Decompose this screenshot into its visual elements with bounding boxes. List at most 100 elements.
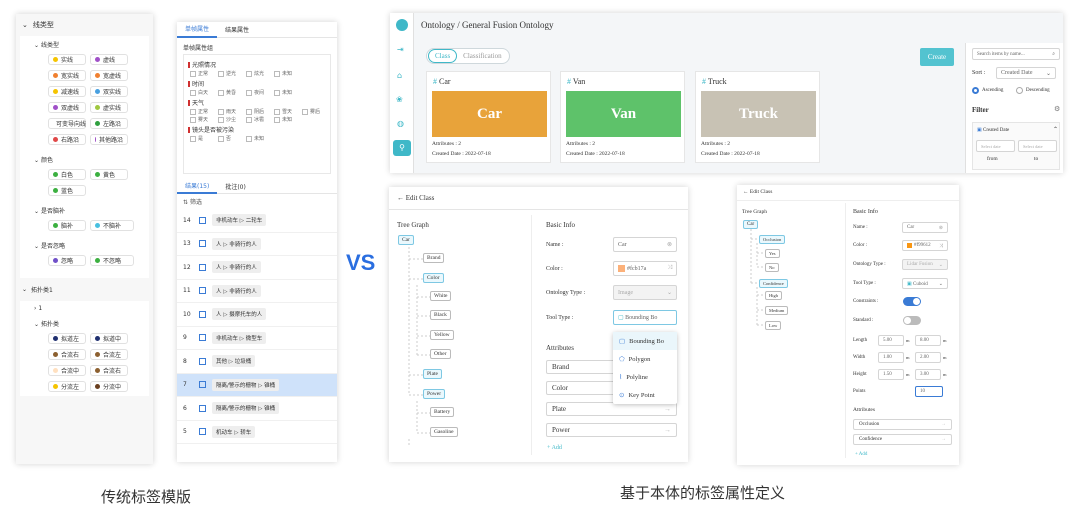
attribute-row[interactable]: Confidence →: [853, 434, 952, 445]
checkbox[interactable]: [274, 108, 280, 115]
attr-option[interactable]: 未知: [274, 89, 300, 96]
tab-results[interactable]: 结果(15): [177, 179, 218, 194]
tree-node[interactable]: High: [765, 291, 782, 300]
result-row[interactable]: 14 非机动车 ▷ 二轮车: [177, 209, 337, 233]
label-chip[interactable]: 其他路沿: [90, 134, 128, 145]
label-chip[interactable]: 分流左: [48, 381, 86, 392]
label-chip[interactable]: 双虚线: [48, 102, 86, 113]
tree-node[interactable]: Color: [423, 273, 444, 283]
sort-select[interactable]: Created Date ⌄: [996, 67, 1056, 79]
attr-option[interactable]: 未知: [274, 116, 300, 123]
label-chip[interactable]: 合流右: [48, 349, 86, 360]
label-chip[interactable]: 不忽略: [90, 255, 134, 266]
tree-node[interactable]: Power: [423, 389, 446, 399]
attr-option[interactable]: 正常: [190, 70, 216, 77]
label-chip[interactable]: 脑补: [48, 220, 86, 231]
settings-icon[interactable]: ⚙: [1054, 105, 1060, 113]
label-chip[interactable]: 合流左: [90, 349, 128, 360]
result-row[interactable]: 9 非机动车 ▷ 微型车: [177, 327, 337, 350]
attribute-row[interactable]: Occlusion →: [853, 419, 952, 430]
range-min-input[interactable]: 1.50: [878, 369, 904, 380]
result-row[interactable]: 8 其他 ▷ 垃圾桶: [177, 350, 337, 374]
tree-node[interactable]: Gasoline: [430, 427, 458, 437]
attr-option[interactable]: 雨天: [218, 108, 244, 115]
label-chip[interactable]: 黄色: [90, 169, 128, 180]
tree-node[interactable]: Occlusion: [759, 235, 786, 244]
attribute-row[interactable]: Power →: [546, 423, 677, 437]
range-min-input[interactable]: 1.00: [878, 352, 904, 363]
result-row[interactable]: 6 隔离/警示的栅物 ▷ 锥桶: [177, 397, 337, 421]
constraints-toggle[interactable]: [903, 297, 921, 306]
chevron-up-icon[interactable]: ⌃: [1053, 126, 1058, 133]
label-chip[interactable]: 拟道中: [90, 333, 128, 344]
tree-node[interactable]: Brand: [423, 253, 445, 263]
ontology-icon[interactable]: ⚲: [393, 140, 411, 156]
attr-option[interactable]: 冰雹: [246, 116, 272, 123]
shuffle-icon[interactable]: ⤨: [939, 243, 943, 249]
tree-node[interactable]: Other: [430, 349, 451, 359]
attr-option[interactable]: 雪天: [274, 108, 300, 115]
class-card[interactable]: # Truck Truck Attributes : 2 Created Date :…: [695, 71, 820, 163]
checkbox[interactable]: [274, 89, 280, 96]
shuffle-icon[interactable]: ⤨: [667, 265, 672, 272]
asc-radio[interactable]: Ascending: [972, 87, 1003, 94]
label-chip[interactable]: 虚实线: [90, 102, 128, 113]
attr-option[interactable]: 炫光: [246, 70, 272, 77]
topo-one[interactable]: › 1: [34, 305, 149, 312]
checkbox[interactable]: [190, 89, 196, 96]
attr-option[interactable]: 否: [218, 135, 244, 142]
points-input[interactable]: 10: [915, 386, 943, 397]
class-name-input[interactable]: Car ⊗: [613, 237, 677, 252]
tab-class[interactable]: Class: [428, 49, 458, 63]
attr-option[interactable]: 是: [190, 135, 216, 142]
topo-header[interactable]: ⌄ 拓扑类1: [16, 278, 153, 301]
result-row[interactable]: 12 人 ▷ 非骑行的人: [177, 256, 337, 280]
range-max-input[interactable]: 2.00: [915, 352, 941, 363]
checkbox[interactable]: [246, 89, 252, 96]
desc-radio[interactable]: Descending: [1016, 87, 1050, 94]
tree-node[interactable]: Battery: [430, 407, 455, 417]
label-chip[interactable]: 右路沿: [48, 134, 86, 145]
tab-frame-attributes[interactable]: 单帧属性: [177, 22, 218, 38]
tool-type-select[interactable]: ▢ Bounding Bo: [613, 310, 677, 325]
label-chip[interactable]: 左路沿: [90, 118, 128, 129]
tree-node[interactable]: Low: [765, 321, 782, 330]
label-chip[interactable]: 分流中: [90, 381, 128, 392]
checkbox[interactable]: [218, 116, 224, 123]
tab-classification[interactable]: Classification: [457, 50, 508, 62]
clear-icon[interactable]: ⊗: [939, 225, 943, 231]
attr-option[interactable]: 雾后: [302, 108, 328, 115]
clear-icon[interactable]: ⊗: [667, 241, 672, 248]
create-button[interactable]: Create: [920, 48, 954, 66]
tab-result-attributes[interactable]: 结果属性: [217, 22, 257, 37]
checkbox[interactable]: [246, 108, 252, 115]
tree-node[interactable]: White: [430, 291, 452, 301]
result-row[interactable]: 10 人 ▷ 摄摩托车的人: [177, 303, 337, 327]
attr-option[interactable]: 雾天: [190, 116, 216, 123]
label-chip[interactable]: 白色: [48, 169, 86, 180]
section-header[interactable]: ⌄ 线类型: [16, 14, 153, 36]
checkbox[interactable]: [190, 70, 196, 77]
add-attribute-button[interactable]: + Add: [855, 452, 867, 457]
checkbox[interactable]: [190, 116, 196, 123]
filter-toggle[interactable]: ⇅ 筛选: [177, 194, 337, 209]
checkbox[interactable]: [274, 116, 280, 123]
class-card[interactable]: # Van Van Attributes : 2 Created Date : 202…: [560, 71, 685, 163]
checkbox[interactable]: [246, 135, 252, 142]
checkbox[interactable]: [302, 108, 308, 115]
checkbox[interactable]: [218, 70, 224, 77]
tool-menu-item[interactable]: ⊙ Key Point: [613, 386, 677, 404]
checkbox[interactable]: [246, 70, 252, 77]
tree-node[interactable]: Black: [430, 310, 451, 320]
range-max-input[interactable]: 8.00: [915, 335, 941, 346]
result-row[interactable]: 5 机动车 ▷ 轿车: [177, 421, 337, 444]
color-input[interactable]: #fcb17a ⤨: [613, 261, 677, 276]
attr-option[interactable]: 正常: [190, 108, 216, 115]
checkbox[interactable]: [274, 70, 280, 77]
tool-menu-item[interactable]: ⬠ Polygon: [613, 350, 677, 368]
tree-node-root[interactable]: Car: [743, 220, 759, 229]
label-chip[interactable]: 宽虚线: [90, 70, 128, 81]
attr-option[interactable]: 夜间: [246, 89, 272, 96]
range-max-input[interactable]: 3.00: [915, 369, 941, 380]
label-chip[interactable]: 双实线: [90, 86, 128, 97]
